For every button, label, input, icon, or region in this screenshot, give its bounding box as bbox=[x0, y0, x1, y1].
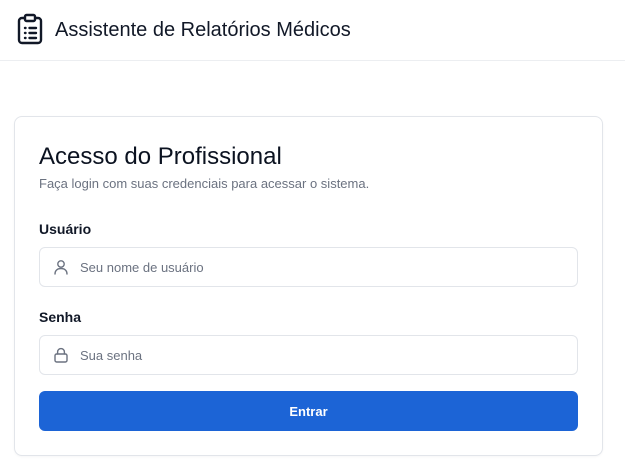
clipboard-list-icon bbox=[17, 13, 43, 45]
login-subtitle: Faça login com suas credenciais para ace… bbox=[39, 176, 370, 191]
login-card: Acesso do Profissional Faça login com su… bbox=[14, 116, 603, 456]
username-field[interactable] bbox=[39, 247, 578, 287]
password-input[interactable] bbox=[80, 336, 570, 374]
login-title: Acesso do Profissional bbox=[39, 143, 282, 170]
app-title: Assistente de Relatórios Médicos bbox=[55, 19, 351, 41]
password-field[interactable] bbox=[39, 335, 578, 375]
lock-icon bbox=[54, 347, 68, 363]
username-label: Usuário bbox=[39, 221, 92, 237]
password-label: Senha bbox=[39, 309, 82, 325]
user-icon bbox=[54, 260, 68, 275]
login-button[interactable]: Entrar bbox=[39, 391, 578, 431]
app-header: Assistente de Relatórios Médicos bbox=[0, 0, 625, 61]
username-input[interactable] bbox=[80, 248, 570, 286]
